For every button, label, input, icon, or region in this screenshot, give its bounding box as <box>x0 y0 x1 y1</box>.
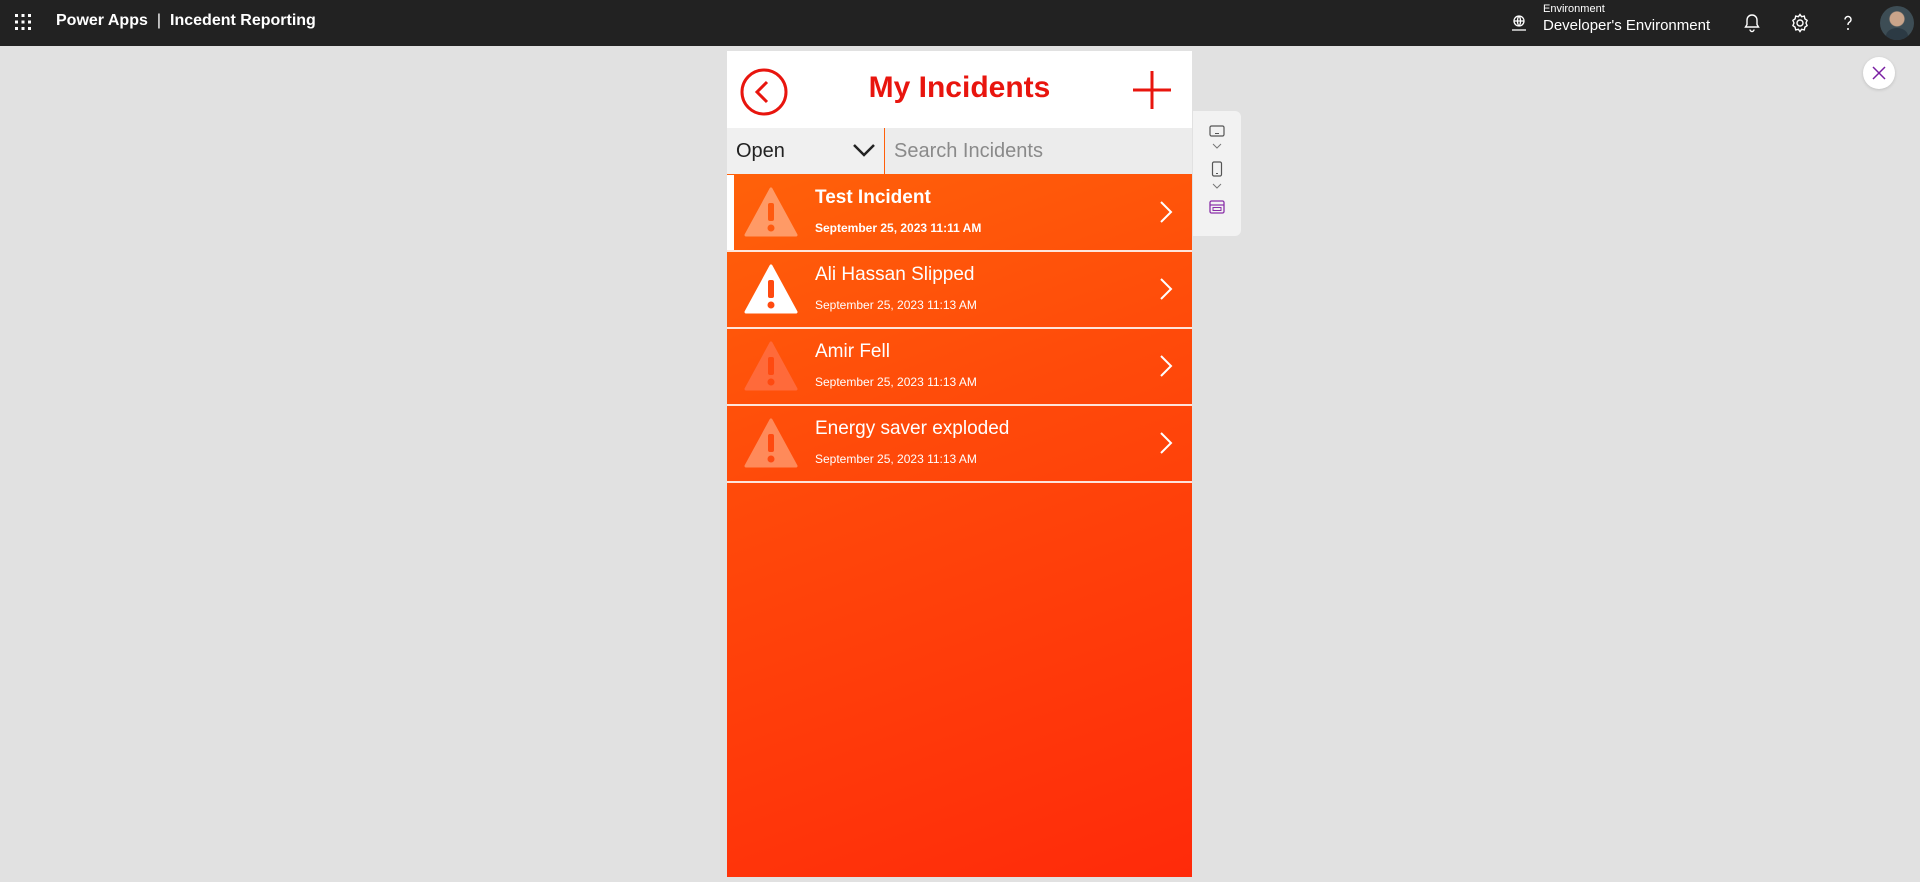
gear-icon[interactable] <box>1788 11 1812 35</box>
close-preview-button[interactable] <box>1863 57 1895 89</box>
incident-date: September 25, 2023 11:11 AM <box>815 221 982 235</box>
incident-row[interactable]: Ali Hassan Slipped September 25, 2023 11… <box>727 252 1192 329</box>
app-name: Incedent Reporting <box>170 12 316 29</box>
chevron-right-icon[interactable] <box>1159 200 1173 224</box>
chevron-right-icon[interactable] <box>1159 431 1173 455</box>
app-header: My Incidents <box>727 51 1192 128</box>
fit-to-window-icon[interactable] <box>1209 200 1225 214</box>
status-dropdown[interactable]: Open <box>727 128 884 174</box>
page-title: My Incidents <box>868 71 1051 104</box>
product-name[interactable]: Power Apps <box>56 12 148 29</box>
incident-date: September 25, 2023 11:13 AM <box>815 298 977 312</box>
title-separator: | <box>156 12 162 29</box>
warning-icon <box>744 418 798 468</box>
tablet-icon[interactable] <box>1209 125 1225 137</box>
incident-title: Energy saver exploded <box>815 418 1010 439</box>
status-dropdown-value: Open <box>736 140 785 162</box>
add-incident-button[interactable] <box>1131 69 1173 111</box>
device-toolbar <box>1193 111 1241 236</box>
incident-title: Test Incident <box>815 187 931 208</box>
chevron-right-icon[interactable] <box>1159 354 1173 378</box>
chevron-down-icon <box>853 144 875 157</box>
filter-row: Open Search Incidents <box>727 128 1192 174</box>
app-title: Power Apps | Incedent Reporting <box>56 12 316 30</box>
search-input[interactable]: Search Incidents <box>885 128 1192 174</box>
incident-row[interactable]: Energy saver exploded September 25, 2023… <box>727 406 1192 483</box>
warning-icon <box>744 341 798 391</box>
incident-row[interactable]: Test Incident September 25, 2023 11:11 A… <box>727 175 1192 252</box>
environment-icon[interactable] <box>1509 13 1529 33</box>
environment-value[interactable]: Developer's Environment <box>1543 17 1710 34</box>
app-canvas: My Incidents Open Search Incidents Test … <box>727 51 1192 877</box>
warning-icon <box>744 264 798 314</box>
warning-icon <box>744 187 798 237</box>
incident-title: Ali Hassan Slipped <box>815 264 975 285</box>
incident-list: Test Incident September 25, 2023 11:11 A… <box>727 175 1192 483</box>
chevron-down-icon[interactable] <box>1212 143 1222 149</box>
close-icon <box>1872 66 1886 80</box>
help-icon[interactable] <box>1836 11 1860 35</box>
environment-label: Environment <box>1543 3 1605 15</box>
waffle-icon[interactable] <box>14 13 32 31</box>
incident-date: September 25, 2023 11:13 AM <box>815 375 977 389</box>
bell-icon[interactable] <box>1740 11 1764 35</box>
incident-row[interactable]: Amir Fell September 25, 2023 11:13 AM <box>727 329 1192 406</box>
chevron-right-icon[interactable] <box>1159 277 1173 301</box>
top-bar: Power Apps | Incedent Reporting Environmen… <box>0 0 1920 46</box>
chevron-down-icon[interactable] <box>1212 183 1222 189</box>
search-placeholder: Search Incidents <box>894 140 1043 162</box>
phone-icon[interactable] <box>1211 161 1223 177</box>
avatar[interactable] <box>1880 6 1914 40</box>
incident-date: September 25, 2023 11:13 AM <box>815 452 977 466</box>
incident-title: Amir Fell <box>815 341 890 362</box>
